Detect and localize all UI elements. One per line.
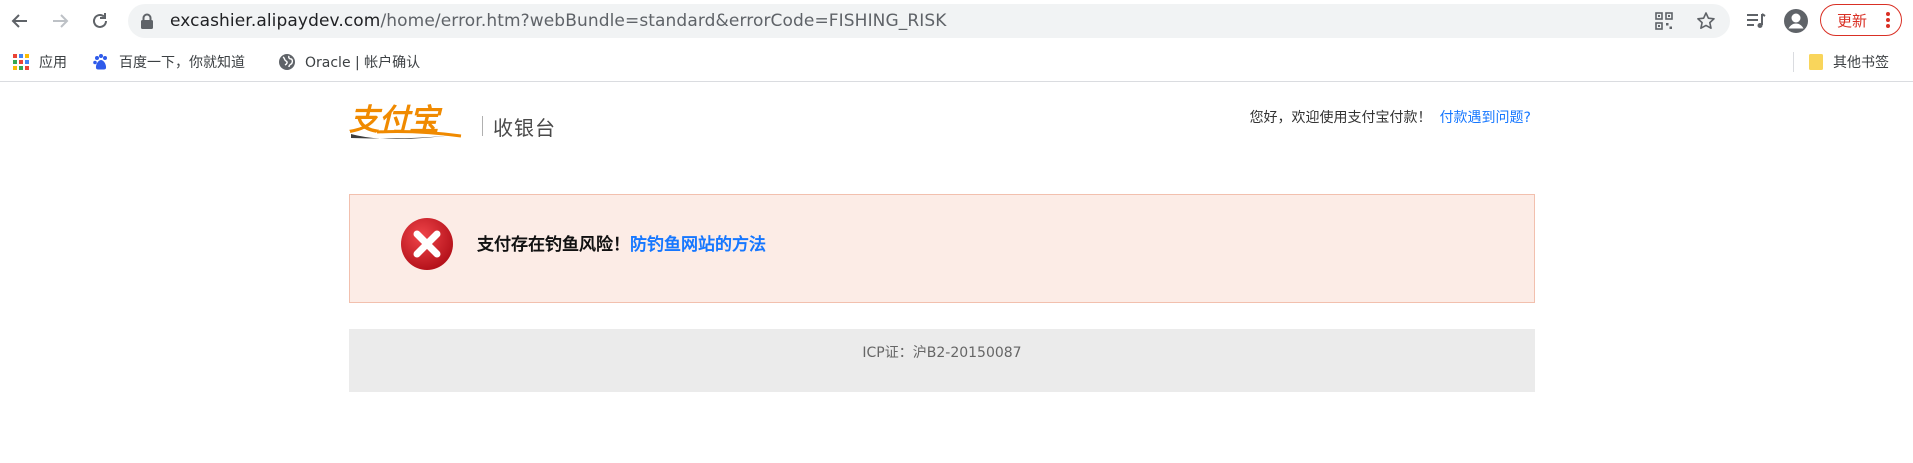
url-path: /home/error.htm?webBundle=standard&error…: [380, 11, 947, 31]
forward-arrow-icon[interactable]: [46, 7, 74, 35]
address-bar[interactable]: excashier.alipaydev.com/home/error.htm?w…: [128, 4, 1730, 38]
reading-list-icon[interactable]: [1742, 7, 1770, 35]
bookmark-star-icon[interactable]: [1694, 9, 1718, 33]
bookmarks-divider: [1793, 52, 1794, 72]
logo-divider: [482, 116, 483, 136]
anti-phishing-link[interactable]: 防钓鱼网站的方法: [630, 235, 766, 255]
update-button[interactable]: 更新: [1820, 4, 1902, 36]
more-menu-icon[interactable]: [1885, 11, 1891, 33]
error-x-icon: [400, 217, 454, 275]
bookmark-apps[interactable]: 应用: [12, 50, 67, 74]
bookmark-label: 其他书签: [1833, 55, 1889, 71]
back-arrow-icon[interactable]: [6, 7, 34, 35]
header-greeting-area: 您好，欢迎使用支付宝付款！ 付款遇到问题?: [1250, 107, 1531, 127]
icp-license: ICP证：沪B2-20150087: [862, 345, 1022, 361]
bookmark-oracle[interactable]: Oracle | 帐户确认: [278, 50, 420, 74]
bookmarks-bar: 应用 百度一下，你就知道 Oracle | 帐户确认 其他书签: [0, 42, 1913, 82]
cashier-title: 收银台: [493, 116, 556, 140]
lock-icon[interactable]: [140, 13, 154, 33]
reload-icon[interactable]: [86, 7, 114, 35]
globe-icon: [278, 53, 296, 71]
qr-code-icon[interactable]: [1652, 9, 1676, 33]
bookmark-label: 百度一下，你就知道: [119, 55, 245, 71]
error-message-box: 支付存在钓鱼风险！防钓鱼网站的方法: [349, 194, 1535, 303]
url-text[interactable]: excashier.alipaydev.com/home/error.htm?w…: [170, 4, 947, 38]
apps-grid-icon: [12, 53, 30, 71]
payment-help-link[interactable]: 付款遇到问题?: [1440, 110, 1531, 126]
error-message: 支付存在钓鱼风险！: [477, 235, 630, 255]
greeting-text: 您好，欢迎使用支付宝付款！: [1249, 110, 1432, 126]
bookmark-label: Oracle | 帐户确认: [305, 55, 421, 71]
error-text: 支付存在钓鱼风险！防钓鱼网站的方法: [477, 230, 766, 255]
update-label: 更新: [1837, 11, 1868, 30]
bookmark-other-folder[interactable]: 其他书签: [1808, 50, 1889, 74]
browser-toolbar: excashier.alipaydev.com/home/error.htm?w…: [0, 0, 1913, 42]
profile-avatar-icon[interactable]: [1782, 7, 1810, 35]
folder-icon: [1808, 53, 1824, 71]
alipay-logo[interactable]: 支付宝: [347, 100, 467, 146]
bookmark-label: 应用: [39, 55, 67, 71]
footer: ICP证：沪B2-20150087: [349, 329, 1535, 392]
bookmark-baidu[interactable]: 百度一下，你就知道: [92, 50, 245, 74]
url-host: excashier.alipaydev.com: [170, 11, 381, 31]
baidu-paw-icon: [92, 53, 110, 71]
